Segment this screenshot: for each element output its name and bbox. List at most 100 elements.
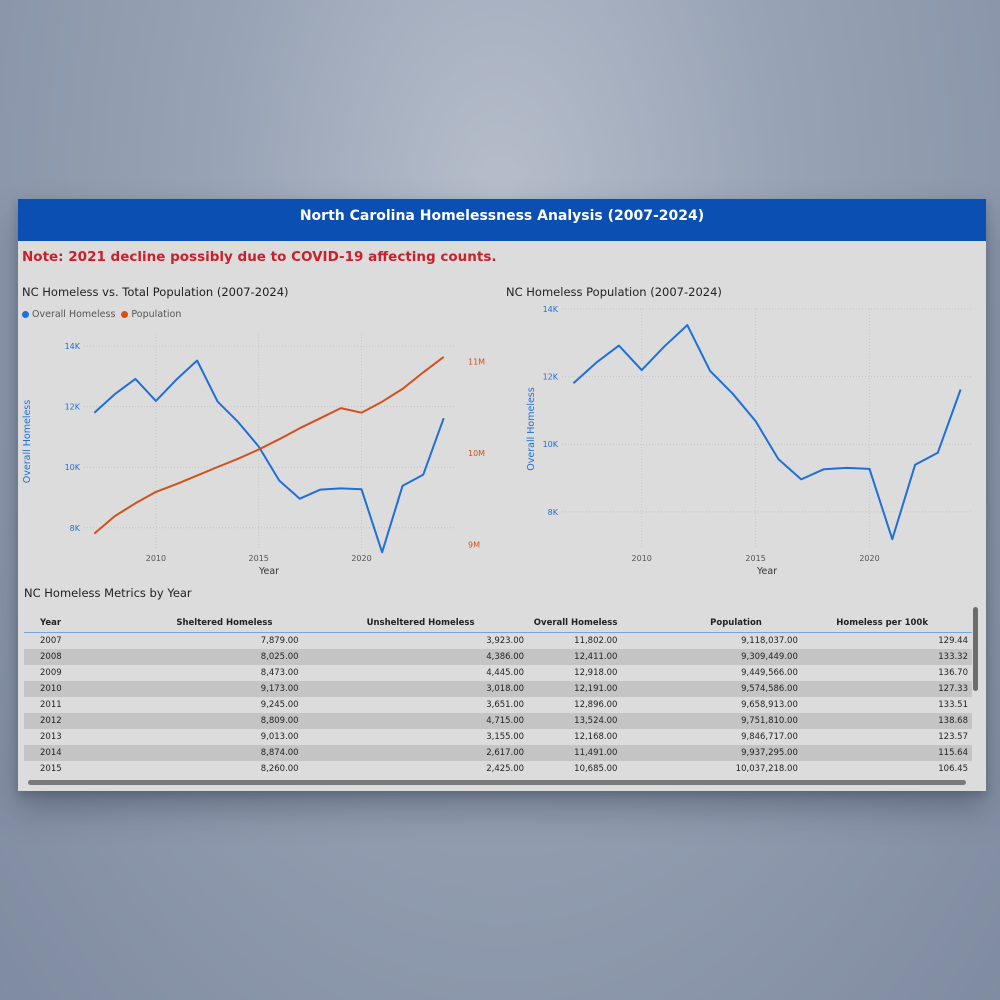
table-cell: 9,245.00 [260, 700, 299, 710]
table-cell: 8,809.00 [90, 713, 303, 729]
homeless-population-chart[interactable]: 8K 10K 12K 14K 2010 2015 2020 Year Overall Homel… [502, 299, 982, 589]
column-header-sheltered[interactable]: Sheltered Homeless [90, 614, 303, 633]
report-title: North Carolina Homelessness Analysis (20… [299, 208, 705, 224]
table-cell: 2009 [40, 668, 62, 678]
x-tick-label: 2015 [745, 554, 765, 563]
table-row[interactable]: 2007 7,879.00 3,923.00 11,802.00 9,118,037.0… [24, 633, 972, 650]
legend-label-homeless: Overall Homeless [32, 309, 116, 320]
table-cell: 138.68 [801, 713, 972, 729]
y-tick-label: 12K [65, 403, 81, 412]
table-cell: 10,685.00 [574, 764, 618, 774]
table-cell: 8,874.00 [90, 745, 303, 761]
table-header-row: Year Sheltered Homeless Unsheltered Home… [24, 614, 972, 633]
table-cell: 9,658,913.00 [741, 700, 798, 710]
table-cell: 12,168.00 [574, 732, 618, 742]
legend-item-homeless[interactable]: Overall Homeless [22, 309, 115, 320]
table-row[interactable]: 2012 8,809.00 4,715.00 13,524.00 9,751,810.0… [24, 713, 972, 729]
table-cell: 12,411.00 [528, 649, 622, 665]
y-axis-label: Overall Homeless [526, 387, 537, 470]
table-cell: 9,574,586.00 [621, 681, 802, 697]
table-cell: 3,651.00 [486, 700, 525, 710]
table-row[interactable]: 2014 8,874.00 2,617.00 11,491.00 9,937,295.0… [24, 745, 972, 761]
table-row[interactable]: 2010 9,173.00 3,018.00 12,191.00 9,574,586.0… [24, 681, 972, 697]
table-horizontal-scrollbar[interactable] [28, 780, 966, 785]
overall-homeless-line [572, 324, 962, 541]
table-cell: 7,879.00 [260, 636, 299, 646]
table-cell: 9,118,037.00 [741, 636, 798, 646]
metrics-table: Year Sheltered Homeless Unsheltered Home… [24, 614, 972, 777]
table-cell: 106.45 [938, 764, 968, 774]
x-tick-label: 2010 [632, 554, 652, 563]
column-header-unsheltered[interactable]: Unsheltered Homeless [302, 614, 529, 633]
table-cell: 4,386.00 [302, 649, 529, 665]
legend-dot-population [121, 311, 129, 318]
chart1-legend: Overall Homeless Population [22, 309, 181, 320]
x-tick-label: 2020 [859, 554, 879, 563]
y-tick-label: 14K [65, 342, 81, 351]
table-cell: 8,025.00 [90, 649, 303, 665]
y-tick-label: 8K [548, 508, 559, 517]
y-tick-label: 14K [543, 305, 559, 314]
table-cell: 9,013.00 [260, 732, 299, 742]
table-cell: 2,617.00 [302, 745, 529, 761]
table-row[interactable]: 2008 8,025.00 4,386.00 12,411.00 9,309,449.0… [24, 649, 972, 665]
legend-item-population[interactable]: Population [121, 309, 181, 320]
table-row[interactable]: 2011 9,245.00 3,651.00 12,896.00 9,658,913.0… [24, 697, 972, 713]
table-cell: 10,037,218.00 [735, 764, 798, 774]
x-tick-label: 2015 [249, 554, 269, 563]
y2-tick-label: 10M [468, 449, 485, 458]
column-header-overall[interactable]: Overall Homeless [528, 614, 622, 633]
column-header-year[interactable]: Year [24, 614, 91, 633]
table-row[interactable]: 2013 9,013.00 3,155.00 12,168.00 9,846,717.0… [24, 729, 972, 745]
x-tick-label: 2010 [146, 554, 166, 563]
x-axis-label: Year [756, 566, 777, 577]
metrics-table-visual: NC Homeless Metrics by Year Year Shelter… [22, 586, 982, 789]
table-vertical-scrollbar[interactable] [973, 607, 978, 691]
table-cell: 133.32 [801, 649, 972, 665]
table-cell: 9,937,295.00 [621, 745, 802, 761]
table-cell: 3,923.00 [486, 636, 525, 646]
table-cell: 129.44 [938, 636, 968, 646]
table-cell: 2012 [24, 713, 91, 729]
legend-label-population: Population [131, 309, 182, 320]
table-cell: 12,191.00 [528, 681, 622, 697]
report-page: North Carolina Homelessness Analysis (20… [18, 199, 986, 791]
table-cell: 2010 [24, 681, 91, 697]
chart1-title: NC Homeless vs. Total Population (2007-2… [22, 285, 289, 299]
table-cell: 3,018.00 [302, 681, 529, 697]
table-cell: 4,445.00 [486, 668, 525, 678]
x-axis-label: Year [258, 566, 279, 577]
table-cell: 2014 [24, 745, 91, 761]
x-tick-label: 2020 [351, 554, 371, 563]
table-cell: 9,173.00 [90, 681, 303, 697]
overall-homeless-line [93, 359, 445, 554]
table-cell: 2011 [40, 700, 62, 710]
column-header-per-100k[interactable]: Homeless per 100k [801, 614, 972, 633]
homeless-vs-population-chart[interactable]: 8K 10K 12K 14K 2010 2015 2020 9M 10M 11M Year Overa… [18, 324, 488, 589]
table-cell: 12,896.00 [574, 700, 618, 710]
table-cell: 123.57 [938, 732, 968, 742]
chart2-title: NC Homeless Population (2007-2024) [506, 285, 722, 299]
population-line [93, 356, 445, 535]
table-cell: 136.70 [938, 668, 968, 678]
legend-dot-homeless [22, 311, 29, 318]
y-axis-label: Overall Homeless [22, 400, 33, 483]
table-cell: 9,751,810.00 [621, 713, 802, 729]
table-row[interactable]: 2009 8,473.00 4,445.00 12,918.00 9,449,566.0… [24, 665, 972, 681]
y-tick-label: 10K [543, 440, 559, 449]
y2-tick-label: 9M [468, 540, 480, 549]
table-cell: 12,918.00 [574, 668, 618, 678]
table-cell: 2015 [40, 764, 62, 774]
table-cell: 9,846,717.00 [741, 732, 798, 742]
y-tick-label: 10K [65, 463, 81, 472]
table-cell: 9,309,449.00 [621, 649, 802, 665]
table-row[interactable]: 2015 8,260.00 2,425.00 10,685.00 10,037,218.… [24, 761, 972, 777]
table-cell: 8,260.00 [260, 764, 299, 774]
report-header: North Carolina Homelessness Analysis (20… [18, 199, 986, 241]
y-tick-label: 12K [543, 373, 559, 382]
table-title: NC Homeless Metrics by Year [24, 586, 192, 600]
table-cell: 9,449,566.00 [741, 668, 798, 678]
covid-note: Note: 2021 decline possibly due to COVID… [22, 249, 497, 265]
table-cell: 11,491.00 [528, 745, 622, 761]
column-header-population[interactable]: Population [621, 614, 802, 633]
